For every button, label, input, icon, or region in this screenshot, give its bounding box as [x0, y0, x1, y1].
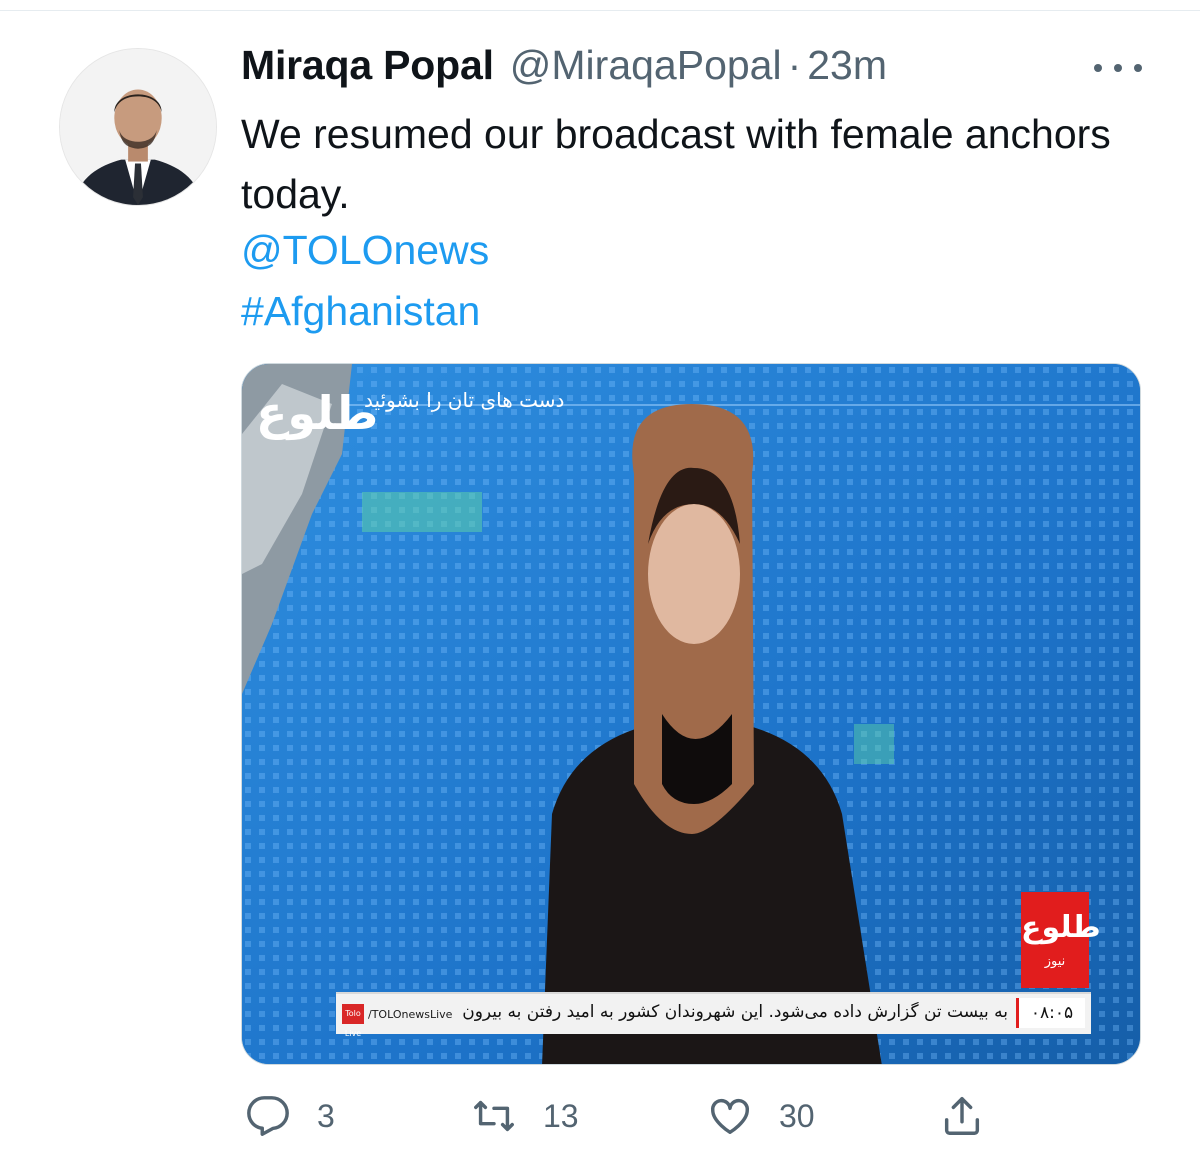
display-name[interactable]: Miraqa Popal	[241, 42, 494, 89]
timestamp[interactable]: 23m	[807, 42, 887, 89]
tweet[interactable]: Miraqa Popal @MiraqaPopal · 23m We resum…	[0, 0, 1200, 1150]
avatar[interactable]	[59, 48, 217, 206]
promo-text: دست های تان را بشوئید	[364, 388, 565, 412]
share-icon	[944, 1097, 980, 1135]
tweet-media-image[interactable]: طلوع دست های تان را بشوئید طلوع نیوز Tol…	[241, 363, 1141, 1065]
heart-icon	[711, 1098, 749, 1135]
like-count: 30	[779, 1097, 815, 1134]
ticker-source: Tolo Live /TOLOnewsLive	[342, 1003, 453, 1038]
reply-button[interactable]: 3	[245, 1090, 335, 1142]
tolo-channel-logo: طلوع	[248, 382, 378, 444]
retweet-icon	[474, 1100, 514, 1132]
ticker-text: به بیست تن گزارش داده می‌شود. این شهروند…	[462, 1002, 1008, 1022]
retweet-button[interactable]: 13	[471, 1090, 579, 1142]
reply-icon	[247, 1096, 289, 1136]
tolo-logo-text: طلوع	[256, 386, 379, 440]
more-horizontal-icon[interactable]	[1094, 56, 1142, 80]
ticker-source-handle: /TOLOnewsLive	[368, 1007, 453, 1021]
mention-link[interactable]: @TOLOnews	[241, 226, 489, 274]
reply-count: 3	[317, 1097, 335, 1134]
tweet-actions: 3 13 30	[241, 1090, 1141, 1142]
red-logo-sub: نیوز	[1044, 954, 1066, 969]
share-button[interactable]	[939, 1090, 985, 1142]
red-logo-text: طلوع	[1021, 910, 1101, 945]
news-ticker: Tolo Live /TOLOnewsLive به بیست تن گزارش…	[336, 992, 1091, 1038]
ticker-live-badge: Tolo Live	[342, 1004, 364, 1038]
hashtag-link[interactable]: #Afghanistan	[241, 287, 480, 335]
tweet-header: Miraqa Popal @MiraqaPopal · 23m	[241, 42, 887, 98]
user-handle[interactable]: @MiraqaPopal	[510, 42, 782, 89]
retweet-count: 13	[543, 1097, 579, 1134]
separator-dot: ·	[787, 42, 802, 88]
like-button[interactable]: 30	[707, 1090, 815, 1142]
tolo-news-logo: طلوع نیوز	[1021, 892, 1101, 988]
tweet-text: We resumed our broadcast with female anc…	[241, 111, 1111, 217]
ticker-time: ۰۸:۰۵	[1016, 998, 1085, 1028]
